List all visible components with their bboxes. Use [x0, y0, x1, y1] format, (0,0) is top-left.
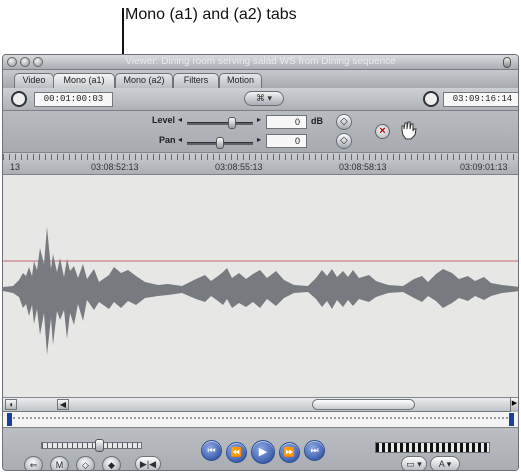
scroll-right-button[interactable]: ▶ — [510, 398, 518, 412]
viewer-window: Viewer: Dining room serving salad WS fro… — [2, 54, 519, 471]
viewer-tabs: Video Mono (a1) Mono (a2) Filters Motion — [3, 70, 518, 88]
horizontal-scrollbar[interactable]: ◖ ◀ ▶ — [3, 398, 518, 412]
waveform-svg — [3, 227, 518, 355]
zoom-slider-left-button[interactable]: ◖ — [5, 399, 17, 410]
scroll-left-button[interactable]: ◀ — [57, 399, 69, 410]
out-point-marker[interactable] — [509, 413, 514, 426]
pan-slider-thumb[interactable] — [216, 137, 224, 149]
callout-label: Mono (a1) and (a2) tabs — [125, 6, 297, 23]
view-menu-button[interactable]: ▭ ▾ — [401, 456, 427, 470]
in-point-marker[interactable] — [7, 413, 12, 426]
window-title: Viewer: Dining room serving salad WS fro… — [125, 56, 396, 67]
pan-increase-icon[interactable]: ▸ — [257, 135, 261, 144]
tab-mono-a2[interactable]: Mono (a2) — [115, 73, 173, 88]
tab-mono-a1[interactable]: Mono (a1) — [53, 73, 115, 88]
level-slider-thumb[interactable] — [228, 117, 236, 129]
waveform-shape — [3, 227, 518, 355]
clip-duration-field[interactable]: 00:01:00:03 — [34, 92, 113, 107]
ruler-ticks — [3, 154, 518, 160]
ruler-label-2: 03:08:55:13 — [215, 162, 263, 172]
current-timecode-field[interactable]: 03:09:16:14 — [443, 92, 518, 107]
pan-keyframe-button[interactable]: ◇ — [336, 133, 352, 149]
audio-menu-button[interactable]: A ▾ — [430, 456, 460, 470]
timecode-toolbar: 00:01:00:03 ⌘ ▾ 03:09:16:14 — [3, 88, 518, 111]
pan-label: Pan — [159, 135, 176, 145]
ruler-label-3: 03:08:58:13 — [339, 162, 387, 172]
tab-filters[interactable]: Filters — [173, 73, 219, 88]
level-keyframe-button[interactable]: ◇ — [336, 114, 352, 130]
level-decrease-icon[interactable]: ◂ — [178, 115, 182, 124]
level-label: Level — [152, 115, 176, 125]
audio-waveform-panel[interactable] — [3, 175, 518, 398]
playhead-scrubber[interactable] — [3, 412, 518, 428]
in-out-button[interactable]: ▶|◀ — [135, 456, 161, 470]
window-titlebar: Viewer: Dining room serving salad WS fro… — [3, 55, 518, 70]
tab-video[interactable]: Video — [14, 73, 54, 88]
ruler-label-1: 03:08:52:13 — [91, 162, 139, 172]
keyframe-button[interactable]: ◇ — [76, 456, 95, 470]
clip-duration-icon — [11, 91, 27, 107]
pan-decrease-icon[interactable]: ◂ — [178, 135, 182, 144]
jog-thumb[interactable] — [95, 439, 104, 452]
audio-controls: Level ◂ ▸ 0 dB ◇ Pan ◂ ▸ 0 ◇ × — [3, 111, 518, 153]
current-timecode-icon — [423, 91, 439, 107]
jog-shuttle-slider[interactable] — [41, 439, 142, 452]
mark-button[interactable]: M — [50, 456, 69, 470]
tab-motion[interactable]: Motion — [219, 73, 262, 88]
marker-button[interactable]: ◆ — [102, 456, 121, 470]
match-frame-button[interactable]: ⇐ — [24, 456, 43, 470]
view-options-popup[interactable]: ⌘ ▾ — [244, 91, 284, 106]
level-slider[interactable] — [187, 117, 253, 129]
ruler-label-0: 13 — [10, 162, 21, 172]
reset-button[interactable]: × — [375, 124, 390, 139]
time-ruler[interactable]: 13 03:08:52:13 03:08:55:13 03:08:58:13 0… — [3, 153, 518, 175]
ruler-label-4: 03:09:01:13 — [460, 162, 508, 172]
bottom-tools: ⇐ M ◇ ◆ ▶|◀ ▭ ▾ A ▾ — [3, 452, 518, 470]
hand-tool-icon[interactable] — [398, 121, 420, 141]
transport-controls: ⏮ ⏪ ▶ ⏩ ⏭ ⇐ M ◇ ◆ ▶|◀ ▭ ▾ A ▾ — [3, 428, 518, 470]
level-increase-icon[interactable]: ▸ — [257, 115, 261, 124]
level-value-field[interactable]: 0 — [266, 115, 307, 129]
toolbar-toggle-button[interactable] — [503, 57, 511, 68]
pan-slider[interactable] — [187, 137, 253, 149]
level-unit: dB — [311, 116, 323, 126]
pan-value-field[interactable]: 0 — [266, 134, 307, 148]
scroll-thumb[interactable] — [312, 399, 415, 410]
